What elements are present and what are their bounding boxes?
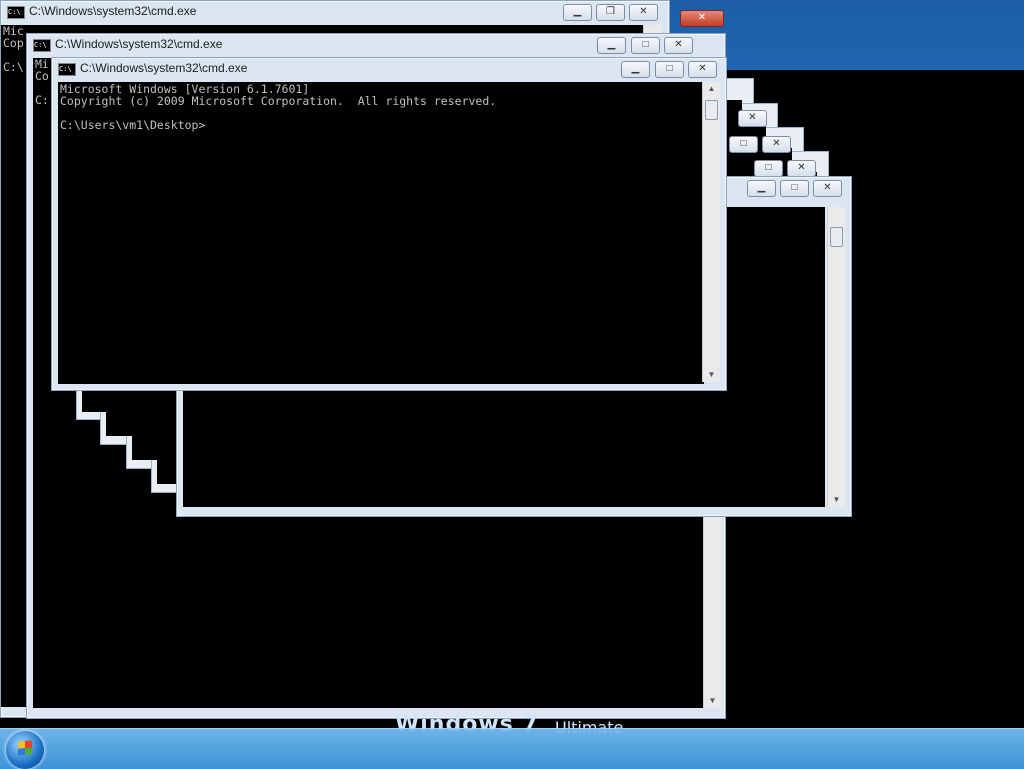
close-button[interactable]: ✕ bbox=[738, 110, 767, 127]
window-titlebar[interactable]: C:\ C:\Windows\system32\cmd.exe ▁ ❐ ✕ bbox=[1, 1, 669, 23]
window-title: C:\Windows\system32\cmd.exe bbox=[29, 4, 197, 18]
minimize-button[interactable]: ▁ bbox=[747, 180, 776, 197]
window-titlebar[interactable]: C:\ C:\Windows\system32\cmd.exe ▁ □ ✕ bbox=[27, 34, 725, 56]
console-icon: C:\ bbox=[58, 63, 76, 76]
scroll-down-arrow[interactable]: ▼ bbox=[828, 493, 845, 507]
close-button[interactable]: ✕ bbox=[813, 180, 842, 197]
start-button[interactable] bbox=[6, 731, 44, 769]
maximize-button[interactable]: □ bbox=[631, 37, 660, 54]
console-icon: C:\ bbox=[7, 6, 25, 19]
close-button[interactable]: ✕ bbox=[664, 37, 693, 54]
restore-button[interactable]: ❐ bbox=[596, 4, 625, 21]
close-button[interactable]: ✕ bbox=[688, 61, 717, 78]
cmd-window-active[interactable]: C:\ C:\Windows\system32\cmd.exe ▁ □ ✕ Mi… bbox=[51, 57, 727, 391]
scroll-down-arrow[interactable]: ▼ bbox=[703, 368, 720, 382]
close-button[interactable]: ✕ bbox=[680, 10, 724, 27]
window-title: C:\Windows\system32\cmd.exe bbox=[80, 61, 248, 75]
scroll-up-arrow[interactable]: ▲ bbox=[703, 82, 720, 96]
minimize-button[interactable]: ▁ bbox=[563, 4, 592, 21]
taskbar bbox=[0, 728, 1024, 769]
window-title: C:\Windows\system32\cmd.exe bbox=[55, 37, 223, 51]
vertical-scrollbar[interactable]: ▲ ▼ bbox=[702, 82, 720, 382]
scroll-down-arrow[interactable]: ▼ bbox=[704, 694, 721, 708]
close-button[interactable]: ✕ bbox=[787, 160, 816, 177]
scrollbar-thumb[interactable] bbox=[830, 227, 843, 247]
window-titlebar[interactable]: C:\ C:\Windows\system32\cmd.exe ▁ □ ✕ bbox=[52, 58, 726, 80]
close-button[interactable]: ✕ bbox=[762, 136, 791, 153]
minimize-button[interactable]: ▁ bbox=[597, 37, 626, 54]
maximize-button[interactable]: □ bbox=[655, 61, 684, 78]
minimize-button[interactable]: ▁ bbox=[621, 61, 650, 78]
maximize-button[interactable]: □ bbox=[754, 160, 783, 177]
scrollbar-thumb[interactable] bbox=[705, 100, 718, 120]
maximize-button[interactable]: □ bbox=[729, 136, 758, 153]
close-button[interactable]: ✕ bbox=[629, 4, 658, 21]
windows-logo-icon bbox=[18, 740, 32, 756]
console-output[interactable]: Microsoft Windows [Version 6.1.7601] Cop… bbox=[58, 82, 704, 384]
vertical-scrollbar[interactable]: ▼ bbox=[827, 207, 845, 507]
console-icon: C:\ bbox=[33, 39, 51, 52]
maximize-button[interactable]: □ bbox=[780, 180, 809, 197]
